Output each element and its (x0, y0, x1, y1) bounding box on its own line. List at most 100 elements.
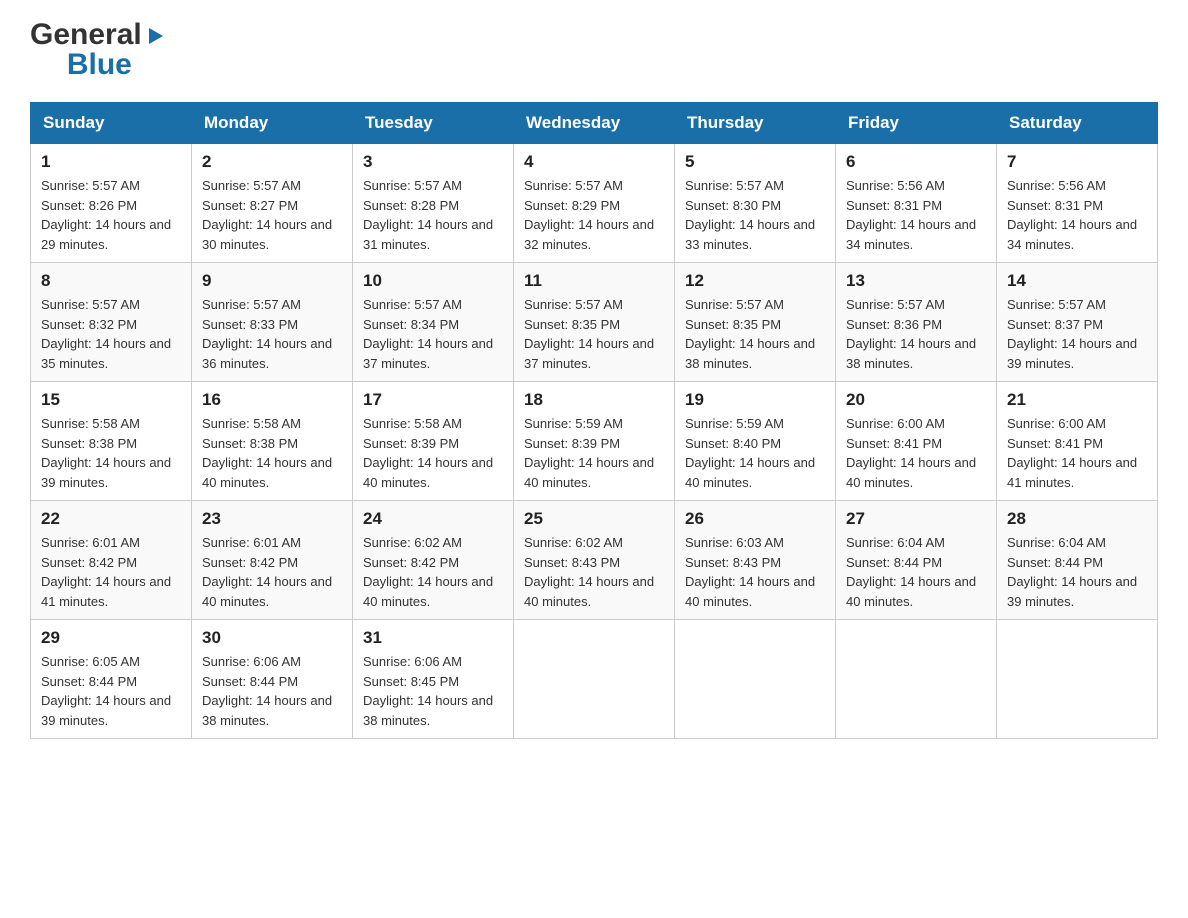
logo: General Blue (30, 20, 167, 82)
page-header: General Blue (30, 20, 1158, 82)
calendar-cell: 1 Sunrise: 5:57 AM Sunset: 8:26 PM Dayli… (31, 144, 192, 263)
day-number: 4 (524, 152, 664, 172)
day-number: 25 (524, 509, 664, 529)
calendar-cell: 10 Sunrise: 5:57 AM Sunset: 8:34 PM Dayl… (353, 263, 514, 382)
day-number: 1 (41, 152, 181, 172)
day-info: Sunrise: 6:05 AM Sunset: 8:44 PM Dayligh… (41, 652, 181, 730)
day-number: 6 (846, 152, 986, 172)
calendar-week-5: 29 Sunrise: 6:05 AM Sunset: 8:44 PM Dayl… (31, 620, 1158, 739)
calendar-cell: 27 Sunrise: 6:04 AM Sunset: 8:44 PM Dayl… (836, 501, 997, 620)
day-number: 27 (846, 509, 986, 529)
calendar-cell: 14 Sunrise: 5:57 AM Sunset: 8:37 PM Dayl… (997, 263, 1158, 382)
calendar-cell (514, 620, 675, 739)
calendar-week-3: 15 Sunrise: 5:58 AM Sunset: 8:38 PM Dayl… (31, 382, 1158, 501)
day-info: Sunrise: 5:58 AM Sunset: 8:38 PM Dayligh… (41, 414, 181, 492)
day-number: 9 (202, 271, 342, 291)
day-number: 26 (685, 509, 825, 529)
day-number: 7 (1007, 152, 1147, 172)
day-number: 10 (363, 271, 503, 291)
calendar-cell: 2 Sunrise: 5:57 AM Sunset: 8:27 PM Dayli… (192, 144, 353, 263)
day-info: Sunrise: 5:57 AM Sunset: 8:34 PM Dayligh… (363, 295, 503, 373)
day-info: Sunrise: 5:57 AM Sunset: 8:32 PM Dayligh… (41, 295, 181, 373)
logo-arrow-icon (145, 25, 167, 47)
day-number: 28 (1007, 509, 1147, 529)
col-header-thursday: Thursday (675, 103, 836, 144)
day-number: 19 (685, 390, 825, 410)
day-info: Sunrise: 5:57 AM Sunset: 8:35 PM Dayligh… (685, 295, 825, 373)
day-info: Sunrise: 5:59 AM Sunset: 8:39 PM Dayligh… (524, 414, 664, 492)
calendar-cell: 31 Sunrise: 6:06 AM Sunset: 8:45 PM Dayl… (353, 620, 514, 739)
col-header-wednesday: Wednesday (514, 103, 675, 144)
day-number: 23 (202, 509, 342, 529)
day-info: Sunrise: 6:01 AM Sunset: 8:42 PM Dayligh… (202, 533, 342, 611)
day-info: Sunrise: 6:00 AM Sunset: 8:41 PM Dayligh… (846, 414, 986, 492)
calendar-cell (836, 620, 997, 739)
day-number: 30 (202, 628, 342, 648)
day-info: Sunrise: 6:04 AM Sunset: 8:44 PM Dayligh… (846, 533, 986, 611)
calendar-cell: 7 Sunrise: 5:56 AM Sunset: 8:31 PM Dayli… (997, 144, 1158, 263)
calendar-header-row: SundayMondayTuesdayWednesdayThursdayFrid… (31, 103, 1158, 144)
calendar-cell: 21 Sunrise: 6:00 AM Sunset: 8:41 PM Dayl… (997, 382, 1158, 501)
calendar-cell: 20 Sunrise: 6:00 AM Sunset: 8:41 PM Dayl… (836, 382, 997, 501)
day-info: Sunrise: 5:57 AM Sunset: 8:33 PM Dayligh… (202, 295, 342, 373)
calendar-cell: 18 Sunrise: 5:59 AM Sunset: 8:39 PM Dayl… (514, 382, 675, 501)
day-info: Sunrise: 6:06 AM Sunset: 8:44 PM Dayligh… (202, 652, 342, 730)
day-info: Sunrise: 5:57 AM Sunset: 8:30 PM Dayligh… (685, 176, 825, 254)
day-number: 5 (685, 152, 825, 172)
calendar-cell: 29 Sunrise: 6:05 AM Sunset: 8:44 PM Dayl… (31, 620, 192, 739)
day-info: Sunrise: 6:02 AM Sunset: 8:42 PM Dayligh… (363, 533, 503, 611)
calendar-cell: 25 Sunrise: 6:02 AM Sunset: 8:43 PM Dayl… (514, 501, 675, 620)
day-info: Sunrise: 5:57 AM Sunset: 8:29 PM Dayligh… (524, 176, 664, 254)
day-info: Sunrise: 5:57 AM Sunset: 8:37 PM Dayligh… (1007, 295, 1147, 373)
calendar-cell: 23 Sunrise: 6:01 AM Sunset: 8:42 PM Dayl… (192, 501, 353, 620)
day-number: 15 (41, 390, 181, 410)
calendar-cell: 12 Sunrise: 5:57 AM Sunset: 8:35 PM Dayl… (675, 263, 836, 382)
day-info: Sunrise: 6:04 AM Sunset: 8:44 PM Dayligh… (1007, 533, 1147, 611)
calendar-table: SundayMondayTuesdayWednesdayThursdayFrid… (30, 102, 1158, 739)
calendar-cell: 24 Sunrise: 6:02 AM Sunset: 8:42 PM Dayl… (353, 501, 514, 620)
day-info: Sunrise: 5:56 AM Sunset: 8:31 PM Dayligh… (1007, 176, 1147, 254)
day-number: 29 (41, 628, 181, 648)
day-info: Sunrise: 6:03 AM Sunset: 8:43 PM Dayligh… (685, 533, 825, 611)
day-number: 13 (846, 271, 986, 291)
calendar-cell: 4 Sunrise: 5:57 AM Sunset: 8:29 PM Dayli… (514, 144, 675, 263)
day-number: 24 (363, 509, 503, 529)
calendar-cell: 15 Sunrise: 5:58 AM Sunset: 8:38 PM Dayl… (31, 382, 192, 501)
col-header-friday: Friday (836, 103, 997, 144)
calendar-cell: 5 Sunrise: 5:57 AM Sunset: 8:30 PM Dayli… (675, 144, 836, 263)
day-number: 14 (1007, 271, 1147, 291)
logo-general-row: General (30, 20, 167, 50)
logo-blue-row: Blue (67, 48, 132, 82)
day-info: Sunrise: 6:01 AM Sunset: 8:42 PM Dayligh… (41, 533, 181, 611)
calendar-cell: 8 Sunrise: 5:57 AM Sunset: 8:32 PM Dayli… (31, 263, 192, 382)
day-info: Sunrise: 5:57 AM Sunset: 8:28 PM Dayligh… (363, 176, 503, 254)
calendar-cell: 22 Sunrise: 6:01 AM Sunset: 8:42 PM Dayl… (31, 501, 192, 620)
day-info: Sunrise: 5:59 AM Sunset: 8:40 PM Dayligh… (685, 414, 825, 492)
day-info: Sunrise: 6:02 AM Sunset: 8:43 PM Dayligh… (524, 533, 664, 611)
day-number: 22 (41, 509, 181, 529)
calendar-cell: 9 Sunrise: 5:57 AM Sunset: 8:33 PM Dayli… (192, 263, 353, 382)
col-header-tuesday: Tuesday (353, 103, 514, 144)
day-number: 16 (202, 390, 342, 410)
day-info: Sunrise: 6:06 AM Sunset: 8:45 PM Dayligh… (363, 652, 503, 730)
calendar-cell: 19 Sunrise: 5:59 AM Sunset: 8:40 PM Dayl… (675, 382, 836, 501)
calendar-cell: 3 Sunrise: 5:57 AM Sunset: 8:28 PM Dayli… (353, 144, 514, 263)
day-info: Sunrise: 5:57 AM Sunset: 8:36 PM Dayligh… (846, 295, 986, 373)
calendar-cell: 16 Sunrise: 5:58 AM Sunset: 8:38 PM Dayl… (192, 382, 353, 501)
calendar-week-1: 1 Sunrise: 5:57 AM Sunset: 8:26 PM Dayli… (31, 144, 1158, 263)
calendar-cell: 11 Sunrise: 5:57 AM Sunset: 8:35 PM Dayl… (514, 263, 675, 382)
day-info: Sunrise: 5:58 AM Sunset: 8:39 PM Dayligh… (363, 414, 503, 492)
calendar-cell (997, 620, 1158, 739)
calendar-cell: 26 Sunrise: 6:03 AM Sunset: 8:43 PM Dayl… (675, 501, 836, 620)
day-number: 3 (363, 152, 503, 172)
day-number: 17 (363, 390, 503, 410)
calendar-cell (675, 620, 836, 739)
calendar-cell: 13 Sunrise: 5:57 AM Sunset: 8:36 PM Dayl… (836, 263, 997, 382)
col-header-saturday: Saturday (997, 103, 1158, 144)
col-header-sunday: Sunday (31, 103, 192, 144)
calendar-cell: 17 Sunrise: 5:58 AM Sunset: 8:39 PM Dayl… (353, 382, 514, 501)
calendar-cell: 6 Sunrise: 5:56 AM Sunset: 8:31 PM Dayli… (836, 144, 997, 263)
col-header-monday: Monday (192, 103, 353, 144)
calendar-cell: 30 Sunrise: 6:06 AM Sunset: 8:44 PM Dayl… (192, 620, 353, 739)
day-number: 18 (524, 390, 664, 410)
